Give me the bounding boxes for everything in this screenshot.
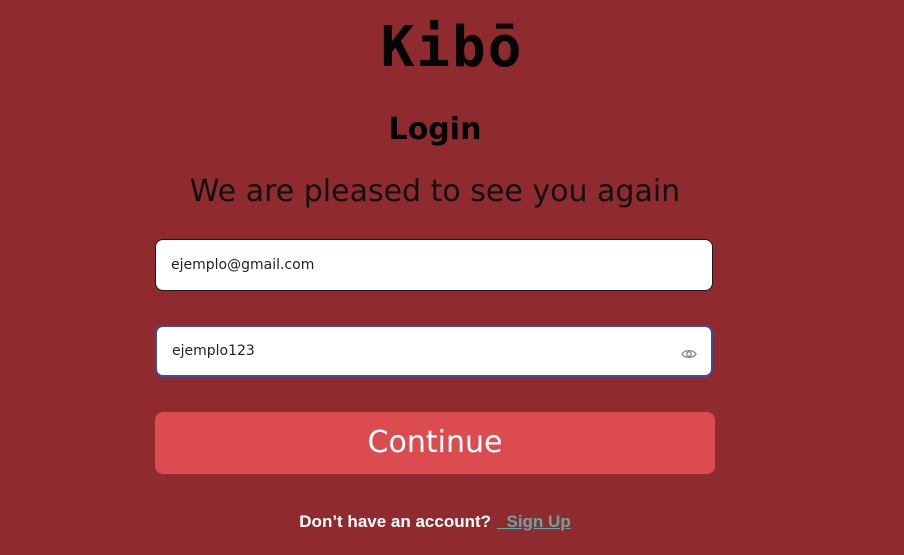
password-field-container — [155, 325, 713, 377]
signup-footer: Don’t have an account? _Sign Up — [0, 510, 870, 534]
email-field[interactable] — [171, 240, 671, 290]
eye-icon[interactable] — [681, 345, 697, 359]
signup-prompt: Don’t have an account? — [299, 512, 492, 531]
page-title: Login — [388, 112, 482, 147]
login-page: Kibō Login We are pleased to see you aga… — [0, 0, 904, 555]
password-field[interactable] — [172, 327, 672, 375]
continue-button[interactable]: Continue — [155, 412, 715, 474]
sign-up-link[interactable]: _Sign Up — [497, 512, 571, 531]
email-field-container — [155, 239, 713, 291]
brand-logo: Kibō — [380, 15, 524, 80]
page-subtitle: We are pleased to see you again — [189, 174, 681, 209]
